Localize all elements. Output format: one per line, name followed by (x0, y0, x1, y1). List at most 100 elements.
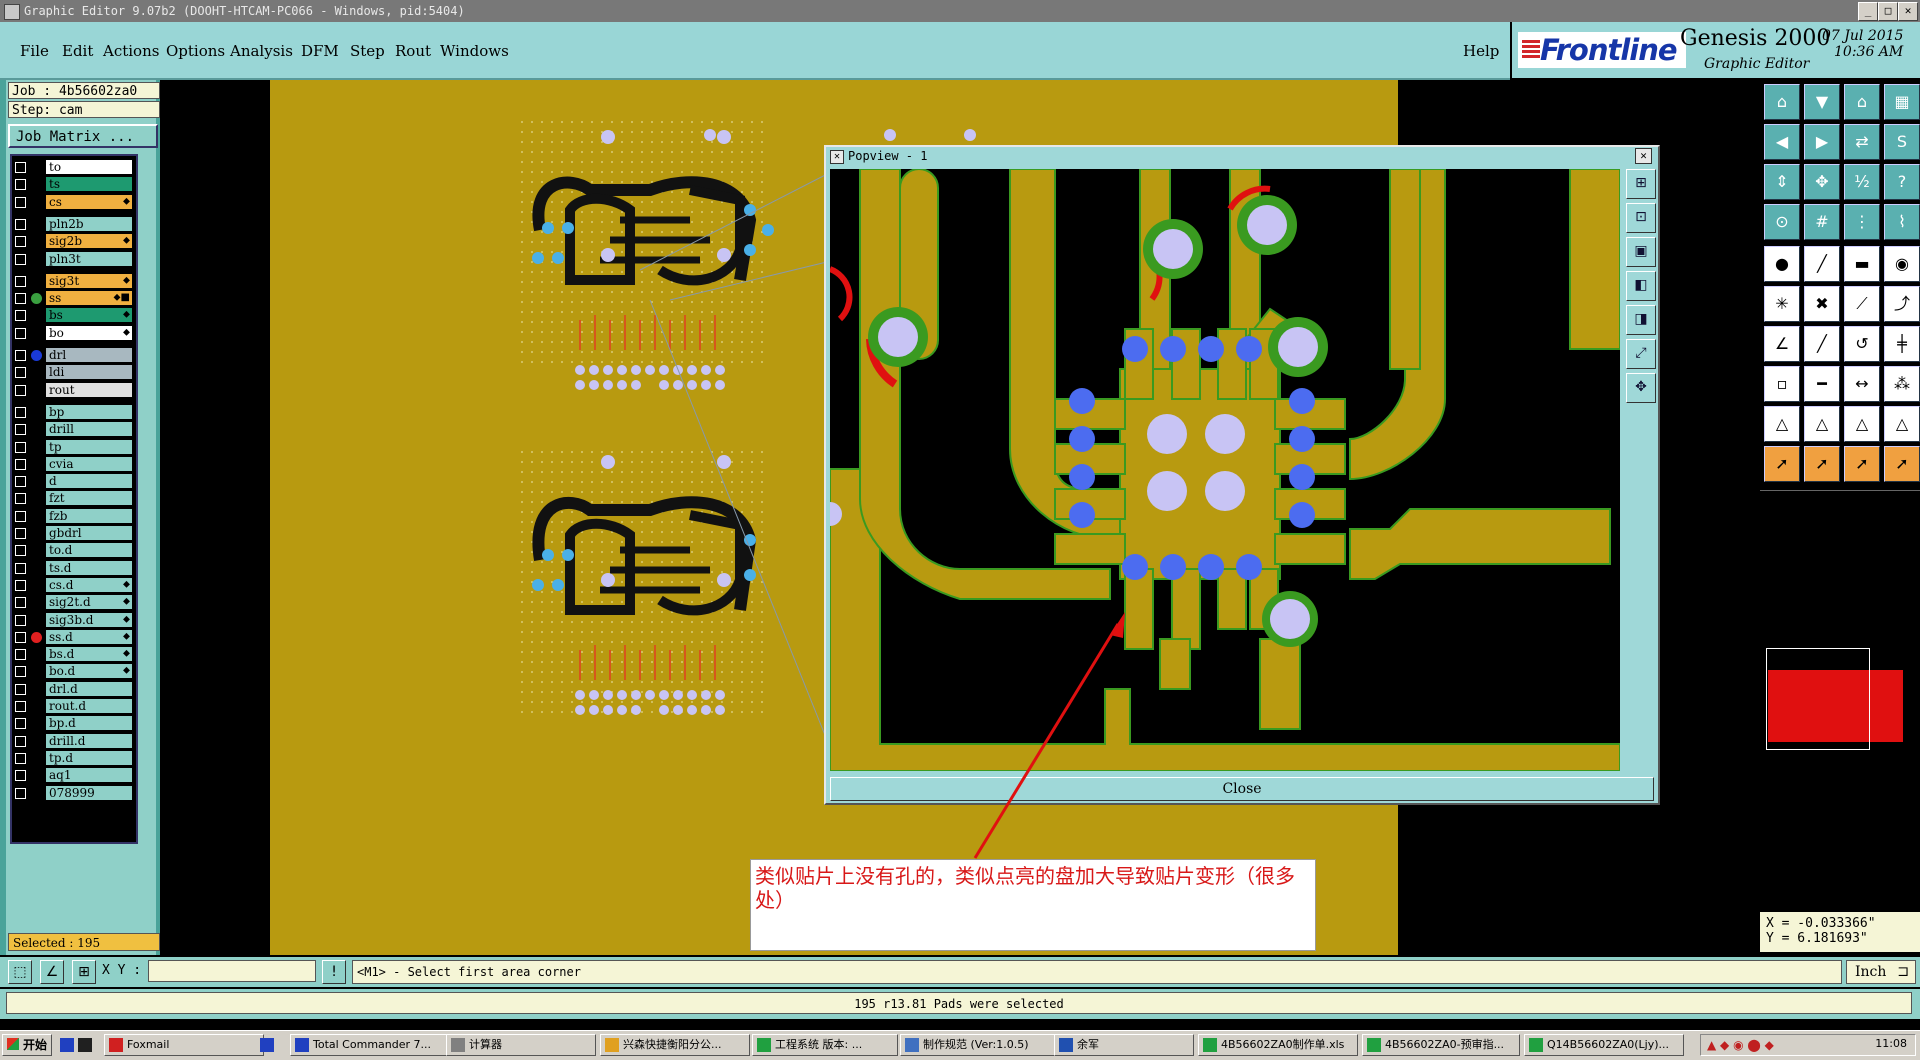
tool-pointer-4-icon[interactable]: ➚ (1884, 446, 1920, 482)
tool-connect-icon[interactable]: ⟋ (1844, 286, 1880, 322)
layer-checkbox[interactable] (15, 236, 26, 248)
layer-checkbox[interactable] (15, 218, 26, 230)
layer-row-cs-d[interactable]: cs.d ⬥ (12, 577, 136, 593)
layer-checkbox[interactable] (15, 649, 26, 661)
taskbar-item[interactable]: Total Commander 7... (290, 1034, 450, 1056)
tool-tri-2-icon[interactable]: △ (1804, 406, 1840, 442)
menu-dfm[interactable]: DFM (301, 42, 339, 60)
layer-checkbox[interactable] (15, 476, 26, 488)
tool-dash-icon[interactable]: ▬ (1844, 246, 1880, 282)
tool-s-icon[interactable]: S (1884, 124, 1920, 160)
menu-windows[interactable]: Windows (440, 42, 509, 60)
tool-arc-icon[interactable]: ↺ (1844, 326, 1880, 362)
layer-checkbox[interactable] (15, 579, 26, 591)
layer-checkbox[interactable] (15, 406, 26, 418)
layer-checkbox[interactable] (15, 545, 26, 557)
taskbar-item[interactable]: Q14B56602ZA0(Ljy)... (1524, 1034, 1684, 1056)
layer-checkbox[interactable] (15, 493, 26, 505)
tool-home-icon[interactable]: ⌂ (1764, 84, 1800, 120)
layer-row-to[interactable]: to (12, 160, 136, 175)
layer-row-drill-d[interactable]: drill.d (12, 733, 136, 749)
tool-tri-4-icon[interactable]: △ (1884, 406, 1920, 442)
layer-row-cs[interactable]: cs ⬥ (12, 194, 136, 210)
info-icon[interactable]: ! (322, 960, 346, 984)
menu-actions[interactable]: Actions (103, 42, 159, 60)
taskbar-item[interactable]: 兴森快捷衡阳分公... (600, 1034, 750, 1056)
taskbar-item[interactable]: Foxmail (104, 1034, 264, 1056)
menu-edit[interactable]: Edit (62, 42, 93, 60)
layer-row-drill[interactable]: drill (12, 422, 136, 437)
layer-row-bo[interactable]: bo ⬥ (12, 325, 136, 341)
tool-save-icon[interactable]: ▼ (1804, 84, 1840, 120)
layer-checkbox[interactable] (15, 384, 26, 396)
layer-checkbox[interactable] (15, 562, 26, 574)
layer-row-pln3t[interactable]: pln3t (12, 251, 136, 267)
layer-row-pln2b[interactable]: pln2b (12, 216, 136, 232)
layer-checkbox[interactable] (15, 752, 26, 764)
select-mode-icon[interactable]: ⬚ (8, 960, 32, 984)
popview-tool-4[interactable]: ◧ (1626, 271, 1656, 301)
layer-row-rout[interactable]: rout (12, 382, 136, 398)
layer-row-bs[interactable]: bs ⬥ (12, 308, 136, 323)
layer-row-tp[interactable]: tp (12, 439, 136, 455)
layer-checkbox[interactable] (15, 253, 26, 265)
layer-checkbox[interactable] (15, 275, 26, 287)
layer-row-bp-d[interactable]: bp.d (12, 716, 136, 731)
layer-row-sig2t-d[interactable]: sig2t.d ⬥ (12, 595, 136, 610)
layer-checkbox[interactable] (15, 631, 26, 643)
layer-row-sig2b[interactable]: sig2b ⬥ (12, 234, 136, 249)
tool-line-icon[interactable]: ╱ (1804, 246, 1840, 282)
layer-checkbox[interactable] (15, 327, 26, 339)
menu-rout[interactable]: Rout (395, 42, 431, 60)
job-matrix-button[interactable]: Job Matrix ... (8, 124, 158, 148)
layer-row-drl-d[interactable]: drl.d (12, 681, 136, 697)
layer-checkbox[interactable] (15, 162, 26, 173)
tool-tri-3-icon[interactable]: △ (1844, 406, 1880, 442)
popview-tool-6[interactable]: ⤢ (1626, 339, 1656, 369)
layer-row-gbdrl[interactable]: gbdrl (12, 526, 136, 541)
layer-checkbox[interactable] (15, 293, 26, 305)
tool-circle-icon[interactable]: ◉ (1884, 246, 1920, 282)
layer-row-d[interactable]: d (12, 474, 136, 489)
menu-options[interactable]: Options (166, 42, 225, 60)
layer-row-078999[interactable]: 078999 (12, 785, 136, 801)
layer-checkbox[interactable] (15, 528, 26, 539)
layer-row-bs-d[interactable]: bs.d ⬥ (12, 647, 136, 662)
layer-row-sig3b-d[interactable]: sig3b.d ⬥ (12, 612, 136, 628)
tool-angle-icon[interactable]: ∠ (1764, 326, 1800, 362)
layer-row-drl[interactable]: drl (12, 348, 136, 363)
tool-snap-icon[interactable]: ⊙ (1764, 204, 1800, 240)
layer-row-rout-d[interactable]: rout.d (12, 699, 136, 714)
quick-launch-icon[interactable] (260, 1038, 274, 1052)
quick-launch-icon[interactable] (60, 1038, 74, 1052)
popview-tool-1[interactable]: ⊞ (1626, 169, 1656, 199)
tool-pointer-3-icon[interactable]: ➚ (1844, 446, 1880, 482)
unit-selector[interactable]: Inch ⊐ (1846, 960, 1916, 984)
maximize-button[interactable]: □ (1878, 2, 1898, 21)
taskbar-item[interactable]: 4B56602ZA0制作单.xls (1198, 1034, 1358, 1056)
layer-checkbox[interactable] (15, 310, 26, 322)
layer-checkbox[interactable] (15, 367, 26, 379)
layer-checkbox[interactable] (15, 683, 26, 695)
layer-row-cvia[interactable]: cvia (12, 456, 136, 472)
xy-input[interactable] (148, 960, 316, 982)
popview-close-button[interactable]: Close (830, 777, 1654, 801)
tool-route-icon[interactable]: ⌇ (1884, 204, 1920, 240)
menu-help[interactable]: Help (1463, 42, 1499, 60)
layer-checkbox[interactable] (15, 787, 26, 799)
quick-launch-icon[interactable] (78, 1038, 92, 1052)
layer-row-bo-d[interactable]: bo.d ⬥ (12, 664, 136, 679)
tool-link-icon[interactable]: ⤴ (1884, 286, 1920, 322)
layer-checkbox[interactable] (15, 701, 26, 712)
tool-swap-icon[interactable]: ⇄ (1844, 124, 1880, 160)
taskbar-item[interactable]: 4B56602ZA0-预审指... (1362, 1034, 1520, 1056)
layer-row-ss[interactable]: ss ⬥■ (12, 291, 136, 306)
tool-slash-icon[interactable]: ╱ (1804, 326, 1840, 362)
popview-tool-3[interactable]: ▣ (1626, 237, 1656, 267)
layer-checkbox[interactable] (15, 179, 26, 191)
tool-scale-icon[interactable]: ½ (1844, 164, 1880, 200)
tool-left-icon[interactable]: ◀ (1764, 124, 1800, 160)
taskbar-item[interactable]: 余军 (1054, 1034, 1194, 1056)
tool-split-icon[interactable]: ╪ (1884, 326, 1920, 362)
layer-checkbox[interactable] (15, 597, 26, 609)
